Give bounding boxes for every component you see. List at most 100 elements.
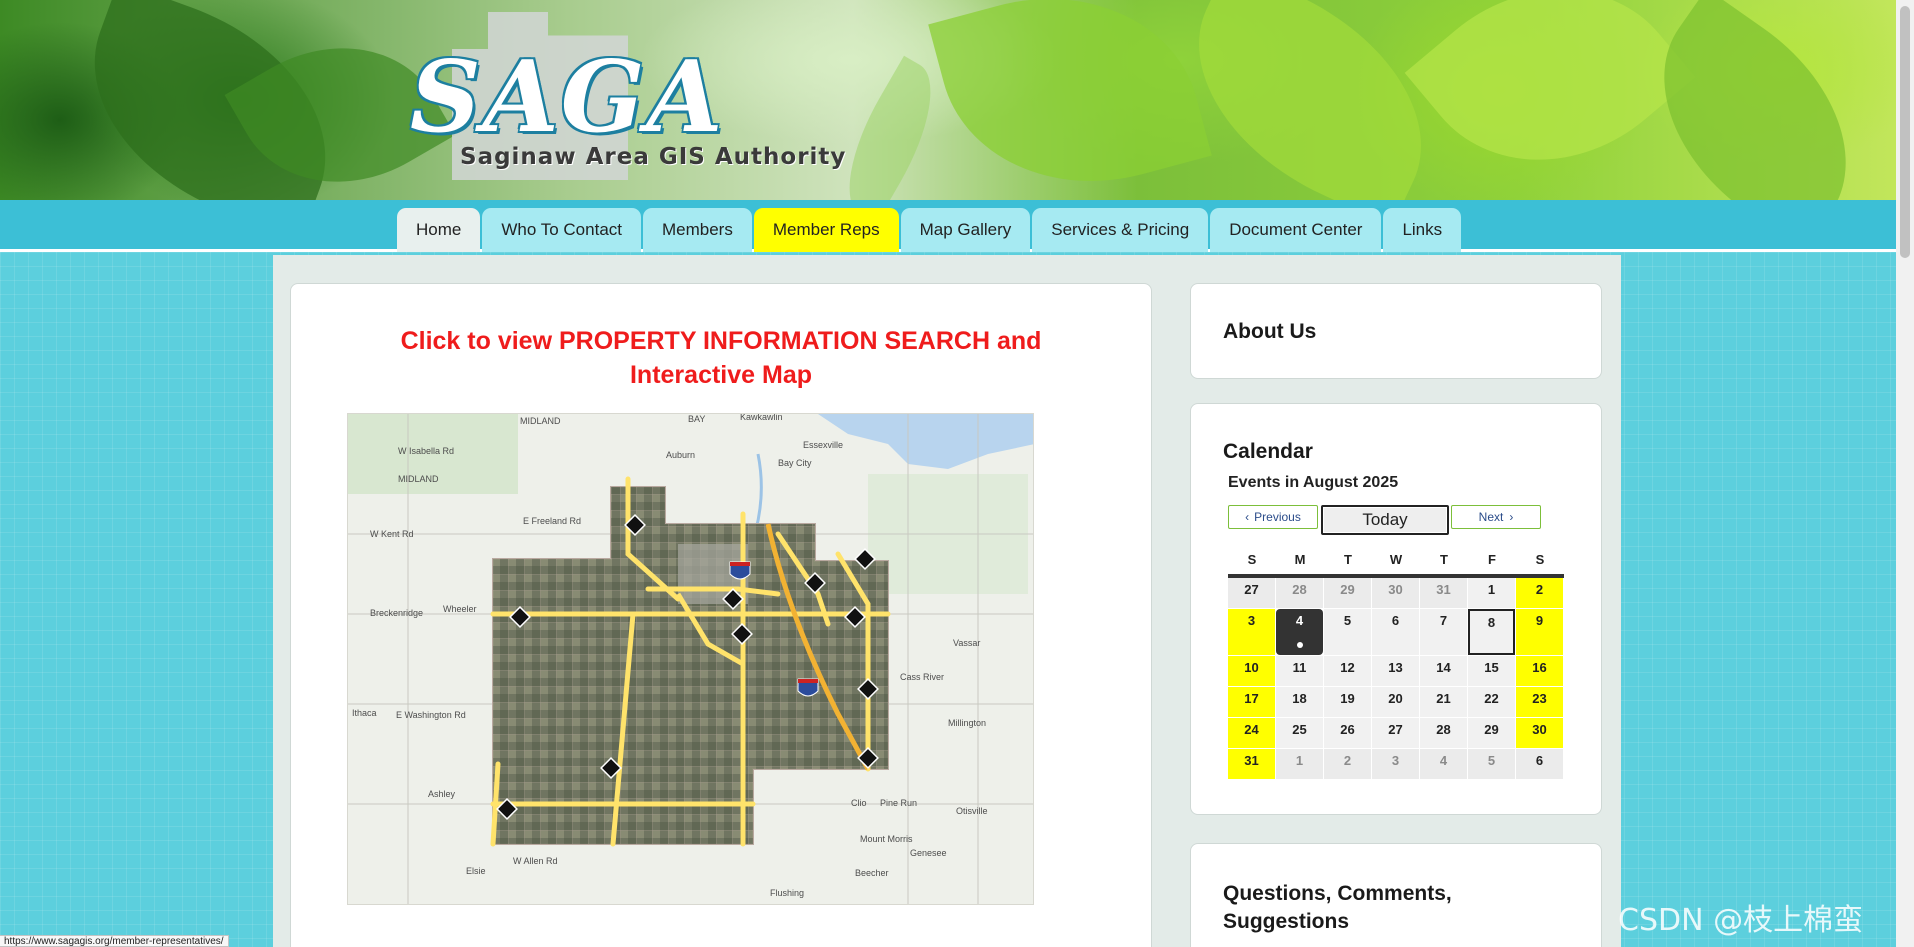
calendar-weekday: T — [1344, 552, 1352, 567]
map-label-wheeler: Wheeler — [443, 604, 477, 614]
calendar-day-cell[interactable]: 19 — [1324, 687, 1371, 717]
calendar-day-cell[interactable]: 20 — [1372, 687, 1419, 717]
map-label-w-kent: W Kent Rd — [370, 529, 414, 539]
calendar-day-cell[interactable]: 27 — [1372, 718, 1419, 748]
calendar-day-cell[interactable]: 31 — [1420, 578, 1467, 608]
calendar-day-cell[interactable]: 2 — [1324, 749, 1371, 779]
main-content-card: Click to view PROPERTY INFORMATION SEARC… — [290, 283, 1152, 947]
map-label-pine-run: Pine Run — [880, 798, 918, 808]
browser-status-url: https://www.sagagis.org/member-represent… — [0, 935, 229, 947]
calendar-weekday: F — [1488, 552, 1496, 567]
calendar-day-cell[interactable]: 29 — [1468, 718, 1515, 748]
calendar-day-cell[interactable]: 7 — [1420, 609, 1467, 655]
saga-logo[interactable]: SAGA Saginaw Area GIS Authority — [410, 12, 845, 182]
calendar-day-cell[interactable]: 29 — [1324, 578, 1371, 608]
property-search-map-image[interactable]: MIDLAND BAY Kawkawlin Essexville Auburn … — [347, 413, 1034, 905]
map-label-bay-city: Bay City — [778, 458, 812, 468]
calendar-day-cell[interactable]: 11 — [1276, 656, 1323, 686]
property-search-link[interactable]: Click to view PROPERTY INFORMATION SEARC… — [341, 324, 1101, 392]
logo-subtitle: Saginaw Area GIS Authority — [460, 144, 847, 170]
calendar-grid: SMTWTFS 27 28 29 30 31 1 2 3 4 5 6 7 8 9 10 11 12 13 14 15 1… — [1228, 550, 1564, 780]
calendar-day-cell[interactable]: 9 — [1516, 609, 1563, 655]
calendar-week-row: 27 28 29 30 31 1 2 — [1228, 578, 1564, 609]
map-label-elsie: Elsie — [466, 866, 486, 876]
calendar-day-cell[interactable]: 25 — [1276, 718, 1323, 748]
map-label-w-allen: W Allen Rd — [513, 856, 558, 866]
calendar-day-cell[interactable]: 4 — [1420, 749, 1467, 779]
calendar-day-cell[interactable]: 15 — [1468, 656, 1515, 686]
calendar-day-cell[interactable]: 4 — [1276, 609, 1323, 655]
calendar-day-cell[interactable]: 1 — [1468, 578, 1515, 608]
map-label-mount-morris: Mount Morris — [860, 834, 913, 844]
nav-member-reps[interactable]: Member Reps — [753, 208, 899, 252]
calendar-day-cell[interactable]: 24 — [1228, 718, 1275, 748]
calendar-day-cell[interactable]: 6 — [1372, 609, 1419, 655]
nav-map-gallery[interactable]: Map Gallery — [900, 208, 1031, 252]
calendar-title: Calendar — [1223, 440, 1313, 463]
nav-who-to-contact[interactable]: Who To Contact — [482, 208, 641, 252]
calendar-day-cell[interactable]: 1 — [1276, 749, 1323, 779]
calendar-day-cell[interactable]: 5 — [1324, 609, 1371, 655]
map-label-e-freeland: E Freeland Rd — [523, 516, 582, 526]
calendar-week-row: 10 11 12 13 14 15 16 — [1228, 656, 1564, 687]
calendar-day-cell[interactable]: 10 — [1228, 656, 1275, 686]
calendar-day-cell[interactable]: 23 — [1516, 687, 1563, 717]
calendar-week-row: 31 1 2 3 4 5 6 — [1228, 749, 1564, 780]
calendar-day-cell[interactable]: 31 — [1228, 749, 1275, 779]
nav-tabs: Home Who To Contact Members Member Reps … — [397, 208, 1462, 252]
calendar-day-cell[interactable]: 22 — [1468, 687, 1515, 717]
calendar-day-cell[interactable]: 28 — [1420, 718, 1467, 748]
calendar-day-cell[interactable]: 17 — [1228, 687, 1275, 717]
nav-services-pricing[interactable]: Services & Pricing — [1032, 208, 1209, 252]
about-us-card: About Us — [1190, 283, 1602, 379]
nav-links[interactable]: Links — [1383, 208, 1462, 252]
calendar-today-button[interactable]: Today — [1321, 505, 1449, 535]
calendar-day-cell[interactable]: 8 — [1468, 609, 1515, 655]
scrollbar-thumb[interactable] — [1900, 6, 1910, 258]
map-label-genesee: Genesee — [910, 848, 947, 858]
calendar-next-button[interactable]: Next › — [1451, 505, 1541, 529]
calendar-day-cell[interactable]: 5 — [1468, 749, 1515, 779]
map-label-auburn: Auburn — [666, 450, 696, 460]
nav-members[interactable]: Members — [643, 208, 752, 252]
nav-home[interactable]: Home — [397, 208, 481, 252]
calendar-card: Calendar Events in August 2025 ‹ Previou… — [1190, 403, 1602, 815]
calendar-day-cell[interactable]: 26 — [1324, 718, 1371, 748]
calendar-day-cell[interactable]: 27 — [1228, 578, 1275, 608]
calendar-next-label: Next — [1478, 510, 1504, 524]
logo-title: SAGA — [410, 40, 725, 155]
calendar-weekday: S — [1535, 552, 1545, 567]
calendar-day-cell[interactable]: 6 — [1516, 749, 1563, 779]
calendar-day-cell[interactable]: 3 — [1372, 749, 1419, 779]
about-us-title[interactable]: About Us — [1223, 320, 1316, 344]
calendar-weekday: T — [1440, 552, 1448, 567]
map-label-midland-county: MIDLAND — [520, 416, 561, 426]
page-scrollbar[interactable] — [1896, 0, 1914, 947]
calendar-day-cell[interactable]: 30 — [1372, 578, 1419, 608]
map-label-essexville: Essexville — [803, 440, 844, 450]
watermark: CSDN @枝上棉蛮 — [1618, 903, 1864, 938]
calendar-weekday-header: SMTWTFS — [1228, 550, 1564, 578]
nav-document-center[interactable]: Document Center — [1210, 208, 1382, 252]
calendar-day-cell[interactable]: 3 — [1228, 609, 1275, 655]
calendar-day-cell[interactable]: 28 — [1276, 578, 1323, 608]
calendar-previous-button[interactable]: ‹ Previous — [1228, 505, 1318, 529]
calendar-month-label: Events in August 2025 — [1228, 474, 1399, 491]
main-navigation: Home Who To Contact Members Member Reps … — [0, 200, 1896, 252]
map-label-bay-county: BAY — [688, 414, 706, 424]
questions-title[interactable]: Questions, Comments, Suggestions — [1223, 880, 1523, 936]
calendar-day-cell[interactable]: 18 — [1276, 687, 1323, 717]
calendar-day-cell[interactable]: 14 — [1420, 656, 1467, 686]
calendar-week-row: 3456789 — [1228, 609, 1564, 656]
map-label-flushing: Flushing — [770, 888, 805, 898]
calendar-day-cell[interactable]: 12 — [1324, 656, 1371, 686]
chevron-left-icon: ‹ — [1245, 510, 1250, 524]
calendar-day-cell[interactable]: 13 — [1372, 656, 1419, 686]
calendar-day-cell[interactable]: 21 — [1420, 687, 1467, 717]
calendar-day-cell[interactable]: 2 — [1516, 578, 1563, 608]
calendar-day-cell[interactable]: 30 — [1516, 718, 1563, 748]
map-label-midland: MIDLAND — [398, 474, 439, 484]
map-label-cass-river: Cass River — [900, 672, 945, 682]
map-label-clio: Clio — [851, 798, 867, 808]
calendar-day-cell[interactable]: 16 — [1516, 656, 1563, 686]
